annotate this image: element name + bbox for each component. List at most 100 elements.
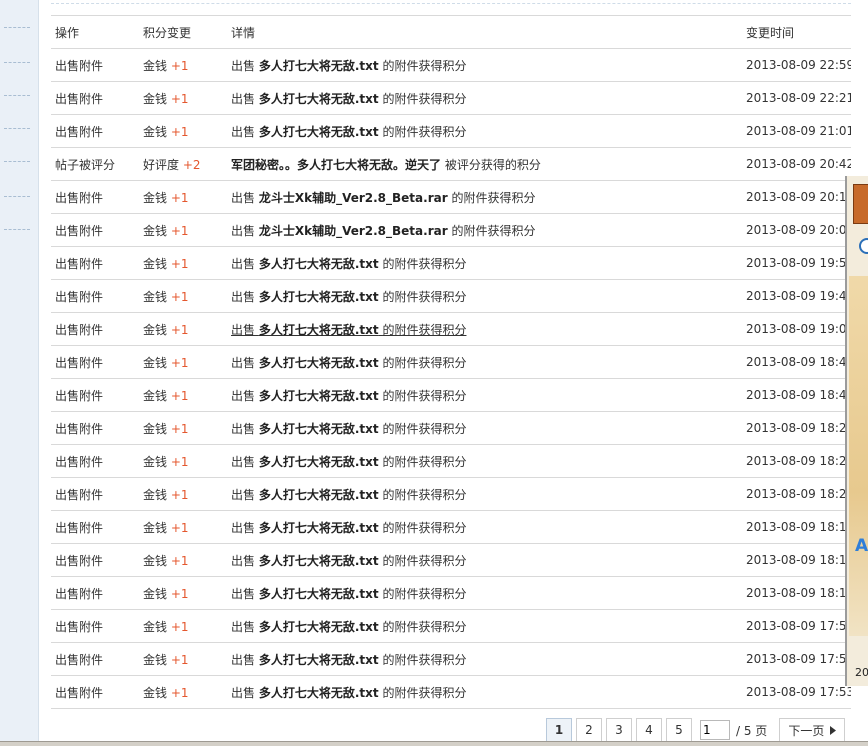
detail-item-link[interactable]: 多人打七大将无敌.txt: [259, 455, 379, 469]
time-cell: 2013-08-09 18:23: [742, 444, 851, 478]
table-row: 出售附件 金钱 +1 出售 多人打七大将无敌.txt 的附件获得积分 2013-08-…: [51, 345, 851, 379]
detail-item-link[interactable]: 多人打七大将无敌.txt: [259, 653, 379, 667]
pagination: 12345 / 5 页 下一页: [546, 718, 846, 742]
action-cell: 出售附件: [51, 312, 139, 346]
page-button-3[interactable]: 3: [606, 718, 632, 742]
detail-suffix: 的附件获得积分: [382, 553, 467, 568]
action-cell: 出售附件: [51, 345, 139, 379]
currency-name: 金钱: [143, 58, 168, 73]
table-row: 出售附件 金钱 +1 出售 多人打七大将无敌.txt 的附件获得积分 2013-08-…: [51, 543, 851, 577]
action-cell: 出售附件: [51, 114, 139, 148]
detail-item-link[interactable]: 多人打七大将无敌.txt: [259, 92, 379, 106]
action-cell: 出售附件: [51, 213, 139, 247]
timestamp: 2013-08-09 22:21: [746, 91, 851, 105]
detail-item-link[interactable]: 龙斗士Xk辅助_Ver2.8_Beta.rar: [259, 224, 448, 238]
detail-cell: 出售 多人打七大将无敌.txt 的附件获得积分: [227, 576, 742, 610]
action-cell: 出售附件: [51, 246, 139, 280]
time-cell: 2013-08-09 20:18: [742, 180, 851, 214]
action-text: 出售附件: [55, 388, 104, 403]
detail-suffix: 的附件获得积分: [451, 223, 536, 238]
change-cell: 金钱 +1: [139, 675, 227, 709]
action-text: 出售附件: [55, 520, 104, 535]
detail-item-link[interactable]: 多人打七大将无敌.txt: [259, 59, 379, 73]
table-row: 出售附件 金钱 +1 出售 龙斗士Xk辅助_Ver2.8_Beta.rar 的附件获…: [51, 180, 851, 214]
detail-cell: 出售 多人打七大将无敌.txt 的附件获得积分: [227, 642, 742, 676]
change-cell: 金钱 +1: [139, 246, 227, 280]
table-row: 出售附件 金钱 +1 出售 多人打七大将无敌.txt 的附件获得积分 2013-08-…: [51, 246, 851, 280]
detail-item-link[interactable]: 多人打七大将无敌.txt: [259, 686, 379, 700]
currency-name: 金钱: [143, 91, 168, 106]
detail-item-link[interactable]: 多人打七大将无敌.txt: [259, 356, 379, 370]
change-cell: 金钱 +1: [139, 378, 227, 412]
detail-prefix: 出售: [231, 355, 256, 370]
change-amount: +1: [170, 289, 189, 304]
detail-item-link[interactable]: 龙斗士Xk辅助_Ver2.8_Beta.rar: [259, 191, 448, 205]
top-divider: [51, 3, 851, 4]
next-page-button[interactable]: 下一页: [779, 718, 846, 742]
floating-ad-panel[interactable]: A 20: [845, 176, 868, 686]
page-button-5[interactable]: 5: [666, 718, 692, 742]
table-row: 出售附件 金钱 +1 出售 多人打七大将无敌.txt 的附件获得积分 2013-08-…: [51, 114, 851, 148]
action-cell: 出售附件: [51, 180, 139, 214]
detail-item-link[interactable]: 多人打七大将无敌.txt: [259, 488, 379, 502]
action-cell: 出售附件: [51, 576, 139, 610]
currency-name: 金钱: [143, 223, 168, 238]
change-amount: +1: [170, 421, 189, 436]
detail-item-link[interactable]: 多人打七大将无敌.txt: [259, 125, 379, 139]
time-cell: 2013-08-09 18:47: [742, 345, 851, 379]
page-number-input[interactable]: [700, 720, 730, 740]
detail-cell: 出售 多人打七大将无敌.txt 的附件获得积分: [227, 312, 742, 346]
detail-item-link[interactable]: 多人打七大将无敌.txt: [259, 257, 379, 271]
change-cell: 金钱 +1: [139, 345, 227, 379]
change-cell: 金钱 +1: [139, 543, 227, 577]
currency-name: 金钱: [143, 355, 168, 370]
timestamp: 2013-08-09 17:54: [746, 652, 851, 666]
detail-suffix: 的附件获得积分: [382, 355, 467, 370]
sidebar-divider: [4, 62, 30, 63]
detail-item-link[interactable]: 多人打七大将无敌.txt: [259, 389, 379, 403]
currency-name: 金钱: [143, 289, 168, 304]
table-row: 出售附件 金钱 +1 出售 多人打七大将无敌.txt 的附件获得积分 2013-08-…: [51, 279, 851, 313]
detail-suffix: 的附件获得积分: [382, 685, 467, 700]
detail-item-link[interactable]: 多人打七大将无敌.txt: [259, 620, 379, 634]
action-text: 出售附件: [55, 223, 104, 238]
currency-name: 金钱: [143, 487, 168, 502]
detail-item-link[interactable]: 多人打七大将无敌.txt: [259, 422, 379, 436]
time-cell: 2013-08-09 18:22: [742, 477, 851, 511]
credits-log-panel: 操作 积分变更 详情 变更时间 出售附件 金钱 +1 出售 多人打七大将无敌.txt…: [39, 0, 852, 745]
detail-item-link[interactable]: 多人打七大将无敌.txt: [259, 323, 379, 337]
action-cell: 出售附件: [51, 675, 139, 709]
time-cell: 2013-08-09 21:01: [742, 114, 851, 148]
sidebar-divider: [4, 95, 30, 96]
next-page-label: 下一页: [788, 723, 825, 738]
table-row: 帖子被评分 好评度 +2 军团秘密。。多人打七大将无敌。逆天了 被评分获得的积分 20…: [51, 147, 851, 181]
change-cell: 金钱 +1: [139, 411, 227, 445]
detail-suffix: 的附件获得积分: [382, 652, 467, 667]
left-sidebar: [0, 0, 39, 745]
change-amount: +1: [170, 58, 189, 73]
change-amount: +1: [170, 520, 189, 535]
page-button-1[interactable]: 1: [546, 718, 572, 742]
action-text: 出售附件: [55, 58, 104, 73]
page-button-4[interactable]: 4: [636, 718, 662, 742]
page-button-2[interactable]: 2: [576, 718, 602, 742]
detail-item-link[interactable]: 多人打七大将无敌.txt: [259, 587, 379, 601]
change-amount: +1: [170, 652, 189, 667]
action-cell: 出售附件: [51, 48, 139, 82]
detail-cell: 出售 多人打七大将无敌.txt 的附件获得积分: [227, 345, 742, 379]
detail-item-link[interactable]: 多人打七大将无敌.txt: [259, 521, 379, 535]
time-cell: 2013-08-09 17:55: [742, 609, 851, 643]
detail-prefix: 出售: [231, 388, 256, 403]
detail-suffix: 的附件获得积分: [382, 520, 467, 535]
table-row: 出售附件 金钱 +1 出售 龙斗士Xk辅助_Ver2.8_Beta.rar 的附件获…: [51, 213, 851, 247]
detail-suffix: 的附件获得积分: [382, 619, 467, 634]
detail-prefix: 出售: [231, 619, 256, 634]
column-header-time: 变更时间: [742, 15, 851, 49]
detail-item-link[interactable]: 多人打七大将无敌.txt: [259, 554, 379, 568]
change-amount: +1: [170, 91, 189, 106]
time-cell: 2013-08-09 20:01: [742, 213, 851, 247]
sidebar-divider: [4, 27, 30, 28]
detail-item-link[interactable]: 军团秘密。。多人打七大将无敌。逆天了: [231, 158, 441, 172]
detail-cell: 军团秘密。。多人打七大将无敌。逆天了 被评分获得的积分: [227, 147, 742, 181]
detail-item-link[interactable]: 多人打七大将无敌.txt: [259, 290, 379, 304]
